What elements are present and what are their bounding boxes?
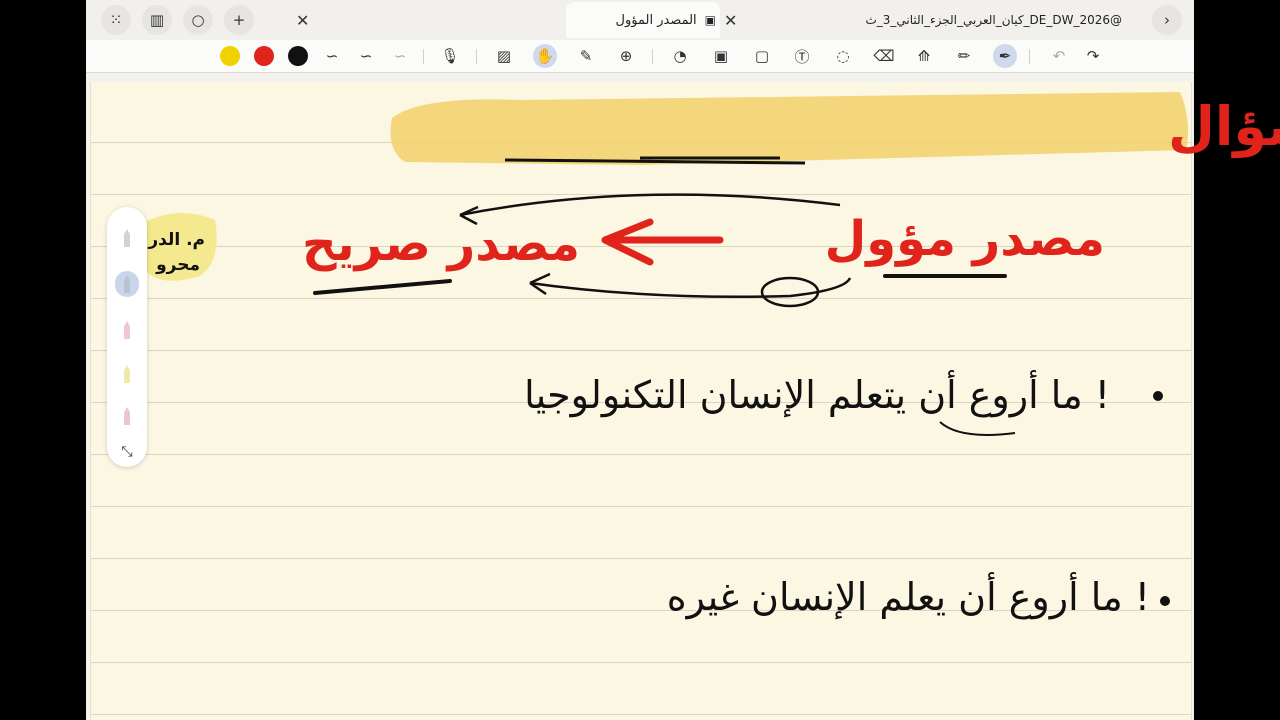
pen-tool-icon[interactable]: ✒: [993, 44, 1017, 68]
divider: [476, 49, 477, 64]
plus-icon: +: [232, 11, 246, 29]
pen-preset-black[interactable]: [115, 271, 139, 297]
text-box-icon[interactable]: Ⓣ: [790, 44, 814, 68]
tab-active-note[interactable]: المصدر المؤول ▣: [566, 2, 720, 38]
highlighter-icon[interactable]: ⟰: [912, 44, 936, 68]
pen-icon: [124, 407, 130, 425]
collapse-arrows-icon: ⤡: [121, 444, 133, 460]
pen-palette: ⤡: [107, 207, 147, 467]
color-black-swatch[interactable]: [288, 46, 308, 66]
chevron-right-icon: ›: [1164, 11, 1170, 29]
notes-app-window: ⁙ ▥ ○ + ✕ المصدر المؤول ▣ ✕ كيان_العربي_…: [86, 0, 1194, 720]
tab-bar: ⁙ ▥ ○ + ✕ المصدر المؤول ▣ ✕ كيان_العربي_…: [86, 0, 1194, 40]
pen-preset-yellow[interactable]: [115, 361, 139, 387]
shapes-icon[interactable]: ◔: [668, 44, 692, 68]
microphone-icon[interactable]: 🎙: [438, 44, 462, 68]
pen-preset-green[interactable]: [115, 225, 139, 251]
highlighter-pen-icon: [124, 321, 130, 339]
new-tab-button[interactable]: +: [224, 5, 254, 35]
search-button[interactable]: ○: [183, 5, 213, 35]
collapse-palette-button[interactable]: ⤡: [115, 439, 139, 465]
stroke-thick-icon[interactable]: ∽: [320, 44, 344, 68]
tab-second-note[interactable]: ✕ كيان_العربي_الجزء_الثاني_3_ث_DE_DW_202…: [722, 2, 1122, 38]
zoom-icon[interactable]: ⊕: [614, 44, 638, 68]
sidebar-toggle-button[interactable]: ▥: [142, 5, 172, 35]
page-template-icon[interactable]: ▨: [492, 44, 516, 68]
note-page[interactable]: [90, 82, 1192, 720]
sidebar-icon: ▥: [149, 11, 165, 29]
close-icon[interactable]: ✕: [724, 11, 737, 30]
page-icon: ▣: [704, 13, 716, 27]
tab-label: كيان_العربي_الجزء_الثاني_3_ث_DE_DW_2026@: [865, 13, 1122, 27]
undo-icon[interactable]: ↶: [1047, 44, 1071, 68]
laser-pointer-icon[interactable]: ✎: [574, 44, 598, 68]
drawing-toolbar: ∽ ∽ ∽ 🎙 ▨ ✋ ✎ ⊕ ◔ ▣ ▢ Ⓣ ◌ ⌫ ⟰ ✏ ✒ ↶ ↷: [86, 40, 1194, 73]
close-icon[interactable]: ✕: [296, 11, 309, 30]
pen-icon: [124, 229, 130, 247]
divider: [652, 49, 653, 64]
search-icon: ○: [191, 11, 205, 29]
eraser-icon[interactable]: ⌫: [872, 44, 896, 68]
divider: [423, 49, 424, 64]
color-yellow-swatch[interactable]: [220, 46, 240, 66]
apps-grid-button[interactable]: ⁙: [101, 5, 131, 35]
highlighter-pen-icon: [124, 365, 130, 383]
hand-touch-tool-icon[interactable]: ✋: [533, 44, 557, 68]
tab-label: المصدر المؤول: [615, 12, 697, 28]
pencil-icon[interactable]: ✏: [952, 44, 976, 68]
stroke-thin-icon[interactable]: ∽: [388, 44, 412, 68]
divider: [1029, 49, 1030, 64]
image-icon[interactable]: ▣: [709, 44, 733, 68]
lasso-icon[interactable]: ◌: [831, 44, 855, 68]
sticker-icon[interactable]: ▢: [750, 44, 774, 68]
grid-dots-icon: ⁙: [109, 11, 123, 29]
redo-icon[interactable]: ↷: [1081, 44, 1105, 68]
pen-preset-pink[interactable]: [115, 317, 139, 343]
pen-preset-red[interactable]: [115, 403, 139, 429]
stroke-medium-icon[interactable]: ∽: [354, 44, 378, 68]
color-red-swatch[interactable]: [254, 46, 274, 66]
next-page-button[interactable]: ›: [1152, 5, 1182, 35]
pen-icon: [124, 275, 130, 293]
